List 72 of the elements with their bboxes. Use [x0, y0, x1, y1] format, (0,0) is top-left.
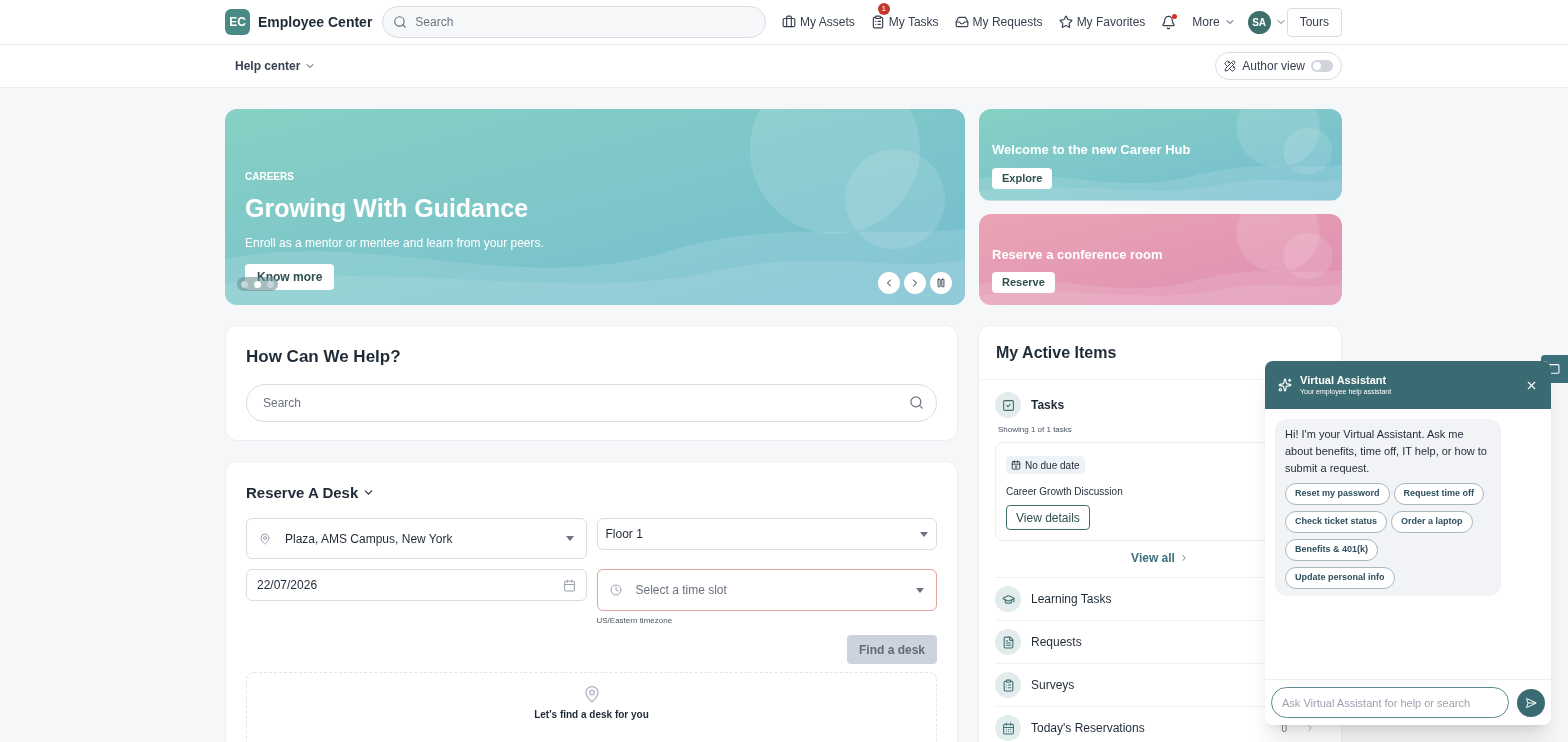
card-title: How Can We Help? [246, 346, 402, 368]
task-count: Showing 1 of 1 tasks [998, 424, 1072, 436]
logo[interactable]: EC [225, 9, 250, 35]
chat-title: Virtual Assistant [1300, 373, 1388, 388]
hero-text: Enroll as a mentor or mentee and learn from your peers. [245, 234, 544, 252]
pencil-ruler-icon [1224, 60, 1237, 72]
site-title: Employee Center [257, 12, 373, 32]
caret-icon [916, 587, 924, 593]
notifications-button[interactable] [1161, 14, 1177, 30]
clock-icon [609, 584, 622, 596]
timezone-note: US/Eastern timezone [596, 615, 673, 627]
location-dropdown[interactable]: Plaza, AMS Campus, New York [246, 518, 587, 559]
suggestion-chip[interactable]: Request time off [1393, 483, 1485, 505]
search-field[interactable]: Search [382, 6, 767, 38]
suggestion-chip[interactable]: Benefits & 401(k) [1285, 539, 1379, 561]
promo-button[interactable]: Explore [992, 167, 1053, 189]
location-icon [259, 532, 271, 545]
know-more-button[interactable]: Know more [245, 263, 335, 290]
eyebrow: CAREERS [245, 170, 295, 184]
suggestion-chip[interactable]: Order a laptop [1391, 511, 1473, 533]
promo-title: Reserve a conference room [992, 245, 1163, 264]
calendar-icon [562, 578, 576, 592]
section-title[interactable]: Tasks [1031, 396, 1065, 414]
search-icon [393, 15, 408, 29]
view-all-link[interactable]: View all [1131, 549, 1189, 567]
inbox-icon [954, 15, 969, 29]
checkbox-icon [995, 392, 1021, 418]
suggestion-chip[interactable]: Update personal info [1285, 567, 1395, 589]
more-menu[interactable]: More [1192, 13, 1236, 31]
graduation-cap-icon [995, 586, 1021, 612]
nav-link[interactable]: My Favorites [1058, 13, 1146, 31]
suggestion-chip[interactable]: Check ticket status [1285, 511, 1388, 533]
hero-title: Growing With Guidance [245, 193, 530, 224]
chevron-right-icon [1305, 723, 1315, 733]
briefcase-icon [782, 15, 797, 29]
help-center-menu[interactable]: Help center [235, 57, 317, 75]
caret-icon [565, 536, 574, 541]
avatar: SA [1247, 10, 1271, 34]
card-title[interactable]: Reserve A Desk [246, 481, 376, 504]
avatar-menu[interactable]: SA [1247, 10, 1287, 34]
sparkle-icon [1278, 378, 1292, 392]
chat-input[interactable]: Ask Virtual Assistant for help or search [1271, 687, 1509, 718]
date-field[interactable]: 22/07/2026 [246, 569, 587, 601]
search-icon [909, 394, 924, 410]
tours-button[interactable]: Tours [1286, 7, 1342, 37]
clipboard-icon [995, 672, 1021, 698]
send-icon [1525, 696, 1537, 709]
view-details-button[interactable]: View details [1006, 505, 1090, 530]
due-date-tag: No due date [1006, 456, 1085, 474]
nav-link[interactable]: My Assets [782, 13, 855, 31]
bell-icon [1161, 14, 1177, 30]
task-title: Career Growth Discussion [1006, 485, 1123, 499]
star-icon [1058, 15, 1073, 29]
promo-title: Welcome to the new Career Hub [992, 141, 1191, 159]
empty-state-text: Let's find a desk for you [534, 708, 649, 722]
location-icon [582, 685, 601, 703]
clipboard-icon [870, 15, 885, 29]
nav-link[interactable]: My Requests [954, 13, 1043, 31]
promo-button[interactable]: Reserve [992, 272, 1055, 293]
floor-dropdown[interactable]: Floor 1 [596, 518, 937, 550]
notification-badge: 1 [877, 3, 890, 15]
search-field[interactable]: Search [246, 383, 937, 422]
nav-link[interactable]: My Tasks [870, 13, 939, 31]
send-button[interactable] [1517, 688, 1545, 717]
caret-icon [920, 531, 928, 537]
message-text: Hi! I'm your Virtual Assistant. Ask me about benefits, time off, IT help, or how to submit a request. [1285, 427, 1488, 476]
calendar-x-icon [1011, 460, 1021, 470]
time-slot-dropdown[interactable]: Select a time slot [596, 569, 937, 611]
switch[interactable] [1311, 60, 1333, 72]
suggestion-chip[interactable]: Reset my password [1285, 483, 1390, 505]
pause-icon [936, 278, 946, 288]
document-icon [995, 629, 1021, 655]
